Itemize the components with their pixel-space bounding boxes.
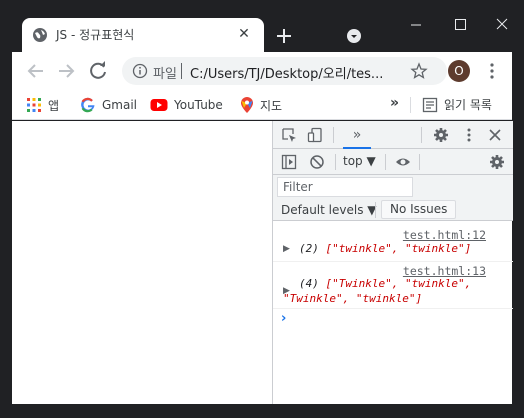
browser-toolbar: 파일 C:/Users/TJ/Desktop/오리/tes... O [12, 52, 512, 90]
more-tabs-button[interactable]: » [343, 125, 371, 149]
customize-devtools-icon[interactable] [461, 127, 477, 143]
source-link[interactable]: test.html:13 [403, 264, 486, 278]
live-expression-eye-icon[interactable] [395, 154, 411, 170]
console-prompt[interactable]: › [281, 311, 286, 326]
console-message: test.html:13 ▶ (4) ["Twinkle", "twinkle"… [273, 262, 513, 309]
bookmark-star-icon[interactable] [410, 62, 428, 80]
close-devtools-icon[interactable] [487, 127, 503, 143]
array-values: ["twinkle", "twinkle"] [325, 242, 472, 255]
issues-button[interactable]: No Issues [381, 200, 457, 219]
log-array-preview[interactable]: (2) ["twinkle", "twinkle"] [299, 242, 471, 255]
expand-triangle-icon[interactable]: ▶ [283, 244, 290, 254]
array-count: (4) [299, 277, 319, 290]
bookmark-maps[interactable]: 지도 [240, 96, 282, 114]
toolbar-divider [385, 154, 386, 170]
content-area: » top ▼ Filter Default levels ▼ No Issue… [12, 121, 513, 404]
reload-icon[interactable] [86, 59, 110, 83]
browser-window: JS - 정규표현식 ✕ 파일 C:/Users/TJ/Desktop/오리/t… [0, 0, 524, 418]
youtube-icon [150, 99, 168, 111]
console-message: test.html:12 ▶ (2) ["twinkle", "twinkle"… [273, 222, 513, 262]
context-selector[interactable]: top ▼ [343, 154, 376, 168]
address-bar[interactable]: 파일 C:/Users/TJ/Desktop/오리/tes... [122, 57, 447, 85]
toolbar-divider [375, 202, 376, 218]
tab-close-icon[interactable]: ✕ [236, 26, 252, 42]
reading-list-icon [422, 97, 438, 112]
settings-gear-icon[interactable] [433, 127, 449, 143]
device-toolbar-icon[interactable] [307, 127, 323, 143]
google-g-icon [81, 97, 95, 113]
bookmarks-overflow-icon[interactable]: » [390, 95, 399, 111]
reading-list-label: 읽기 목록 [444, 98, 492, 112]
bookmark-label: Gmail [102, 98, 138, 112]
toolbar-divider [335, 154, 336, 170]
bookmarks-bar: 앱 Gmail YouTube 지도 » 읽기 목록 [12, 90, 512, 120]
url-divider [181, 63, 182, 79]
more-vert-icon[interactable] [484, 61, 500, 81]
bookmark-apps[interactable]: 앱 [26, 96, 59, 114]
toolbar-divider [421, 127, 422, 143]
levels-row: Default levels ▼ No Issues [273, 199, 513, 221]
toolbar-divider [333, 127, 334, 143]
tab-strip: JS - 정규표현식 ✕ [12, 0, 524, 52]
profile-avatar[interactable]: O [448, 60, 470, 82]
back-arrow-icon[interactable] [24, 59, 48, 83]
console-toolbar: top ▼ [273, 149, 513, 175]
bookmark-label: 지도 [260, 98, 283, 113]
window-close-icon[interactable] [480, 8, 524, 40]
clear-console-icon[interactable] [309, 154, 325, 170]
filter-row: Filter [273, 175, 513, 199]
tab-title: JS - 정규표현식 [56, 28, 135, 42]
scheme-label: 파일 [153, 67, 177, 82]
new-tab-icon[interactable] [274, 26, 294, 46]
page-viewport [12, 121, 272, 404]
globe-icon [33, 28, 47, 42]
console-settings-gear-icon[interactable] [489, 154, 505, 170]
tab-search-icon[interactable] [346, 28, 362, 44]
log-array-preview[interactable]: (4) ["Twinkle", "twinkle", [299, 277, 471, 290]
source-link[interactable]: test.html:12 [403, 228, 486, 242]
maps-pin-icon [241, 97, 253, 113]
bookmark-label: YouTube [174, 98, 223, 112]
url-text[interactable]: C:/Users/TJ/Desktop/오리/tes... [190, 63, 388, 82]
array-values: ["Twinkle", "twinkle", [325, 277, 472, 290]
inspect-element-icon[interactable] [281, 127, 297, 143]
array-count: (2) [299, 242, 319, 255]
active-tab[interactable]: JS - 정규표현식 ✕ [22, 18, 264, 52]
forward-arrow-icon[interactable] [54, 59, 78, 83]
toolbar-divider [419, 154, 420, 170]
log-levels-dropdown[interactable]: Default levels ▼ [281, 203, 377, 217]
bookmark-gmail[interactable]: Gmail [80, 96, 137, 114]
array-values-continued: "Twinkle", "twinkle"] [283, 292, 423, 305]
filter-input[interactable]: Filter [277, 177, 413, 197]
minimize-icon[interactable] [394, 8, 438, 40]
sidebar-toggle-icon[interactable] [281, 154, 297, 170]
devtools-panel: » top ▼ Filter Default levels ▼ No Issue… [272, 121, 513, 404]
apps-grid-icon [27, 98, 41, 112]
bookmarks-divider [410, 97, 411, 113]
reading-list-button[interactable]: 읽기 목록 [422, 96, 492, 113]
info-icon[interactable] [132, 63, 148, 79]
bookmark-label: 앱 [48, 98, 60, 113]
devtools-tabbar: » [273, 121, 513, 149]
maximize-icon[interactable] [438, 8, 482, 40]
bookmark-youtube[interactable]: YouTube [150, 96, 223, 114]
